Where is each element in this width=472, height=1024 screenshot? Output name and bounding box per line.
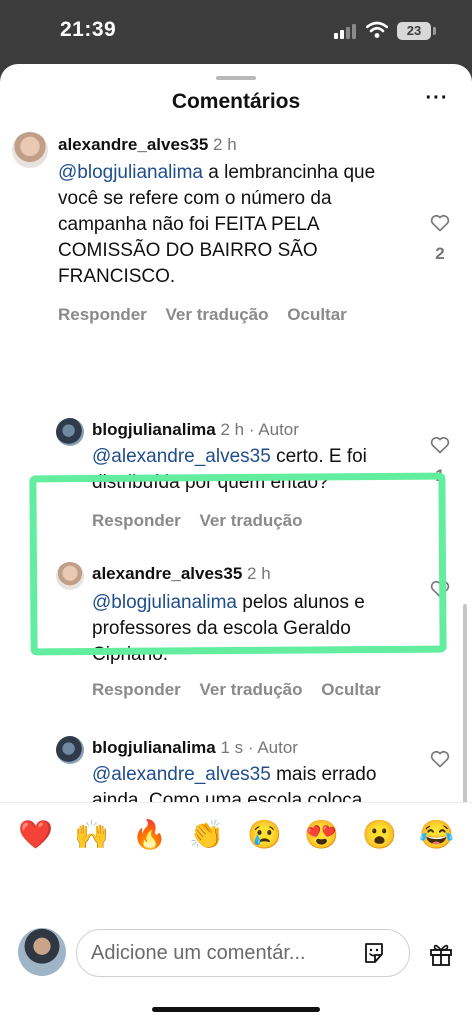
like-count: 1 <box>435 466 445 485</box>
heart-icon[interactable] <box>430 580 450 598</box>
comment-username[interactable]: alexandre_alves35 <box>92 564 242 583</box>
translate-button[interactable]: Ver tradução <box>200 680 303 699</box>
emoji-surprised[interactable]: 😮 <box>362 819 397 851</box>
battery-indicator: 23 <box>397 22 431 40</box>
comment-actions: Responder Ver tradução Ocultar <box>92 680 395 700</box>
avatar[interactable] <box>56 562 84 590</box>
sheet-grabber[interactable] <box>216 76 256 80</box>
sticker-icon[interactable] <box>362 941 386 965</box>
emoji-crying[interactable]: 😢 <box>247 819 282 851</box>
comment-text: @blogjulianalima a lembrancinha que você… <box>58 160 403 290</box>
comment-item: alexandre_alves35 2 h @blogjulianalima p… <box>0 558 472 708</box>
emoji-fire[interactable]: 🔥 <box>132 819 167 851</box>
gift-icon[interactable] <box>428 941 454 967</box>
heart-icon[interactable] <box>430 214 450 232</box>
avatar[interactable] <box>12 132 48 168</box>
reply-button[interactable]: Responder <box>92 511 181 530</box>
comment-username[interactable]: blogjulianalima <box>92 738 216 757</box>
comment-item: blogjulianalima 2 h · Autor @alexandre_a… <box>0 414 472 534</box>
comment-text: @alexandre_alves35 certo. E foi distribu… <box>92 444 412 496</box>
like-count: 2 <box>435 244 445 263</box>
status-bar: 21:39 23 <box>0 0 472 66</box>
comment-mention[interactable]: @alexandre_alves35 <box>92 764 271 785</box>
scrollbar[interactable] <box>463 604 467 824</box>
status-time: 21:39 <box>60 18 117 41</box>
comment-time: 2 h <box>213 135 237 154</box>
comment-time: 1 s · Autor <box>220 738 298 757</box>
comment-text: @blogjulianalima pelos alunos e professo… <box>92 590 412 668</box>
emoji-raised-hands[interactable]: 🙌 <box>74 819 109 851</box>
translate-button[interactable]: Ver tradução <box>166 305 269 324</box>
comment-mention[interactable]: @blogjulianalima <box>92 592 237 613</box>
home-indicator[interactable] <box>152 1007 320 1012</box>
comment-username[interactable]: blogjulianalima <box>92 420 216 439</box>
comment-input-placeholder: Adicione um comentár... <box>91 942 306 964</box>
emoji-clap[interactable]: 👏 <box>189 819 224 851</box>
comment-actions: Responder Ver tradução <box>92 511 317 531</box>
emoji-reaction-bar: ❤️ 🙌 🔥 👏 😢 😍 😮 😂 <box>0 802 472 864</box>
heart-icon[interactable] <box>430 750 450 768</box>
avatar[interactable] <box>56 736 84 764</box>
avatar <box>18 928 66 976</box>
more-options-button[interactable]: ··· <box>424 88 450 112</box>
reply-button[interactable]: Responder <box>58 305 147 324</box>
emoji-heart-eyes[interactable]: 😍 <box>304 819 339 851</box>
comment-mention[interactable]: @blogjulianalima <box>58 162 203 183</box>
page-title: Comentários <box>171 90 301 113</box>
battery-tip <box>433 27 436 35</box>
comments-sheet: Comentários ··· alexandre_alves35 2 h @b… <box>0 64 472 1024</box>
avatar[interactable] <box>56 418 84 446</box>
hide-button[interactable]: Ocultar <box>287 305 347 324</box>
heart-icon[interactable] <box>430 436 450 454</box>
translate-button[interactable]: Ver tradução <box>200 511 303 530</box>
comment-time: 2 h · Autor <box>220 420 299 439</box>
wifi-icon <box>366 21 388 38</box>
comment-actions: Responder Ver tradução Ocultar <box>58 305 361 325</box>
comment-username[interactable]: alexandre_alves35 <box>58 135 208 154</box>
comment-item: alexandre_alves35 2 h @blogjulianalima a… <box>0 128 472 328</box>
comment-list[interactable]: alexandre_alves35 2 h @blogjulianalima a… <box>0 128 472 866</box>
comment-time: 2 h <box>247 564 271 583</box>
reply-button[interactable]: Responder <box>92 680 181 699</box>
hide-button[interactable]: Ocultar <box>321 680 381 699</box>
emoji-laughing[interactable]: 😂 <box>419 819 454 851</box>
comment-input[interactable]: Adicione um comentár... <box>76 929 410 977</box>
signal-icon <box>334 23 360 39</box>
comment-mention[interactable]: @alexandre_alves35 <box>92 446 271 467</box>
emoji-heart[interactable]: ❤️ <box>18 819 53 851</box>
